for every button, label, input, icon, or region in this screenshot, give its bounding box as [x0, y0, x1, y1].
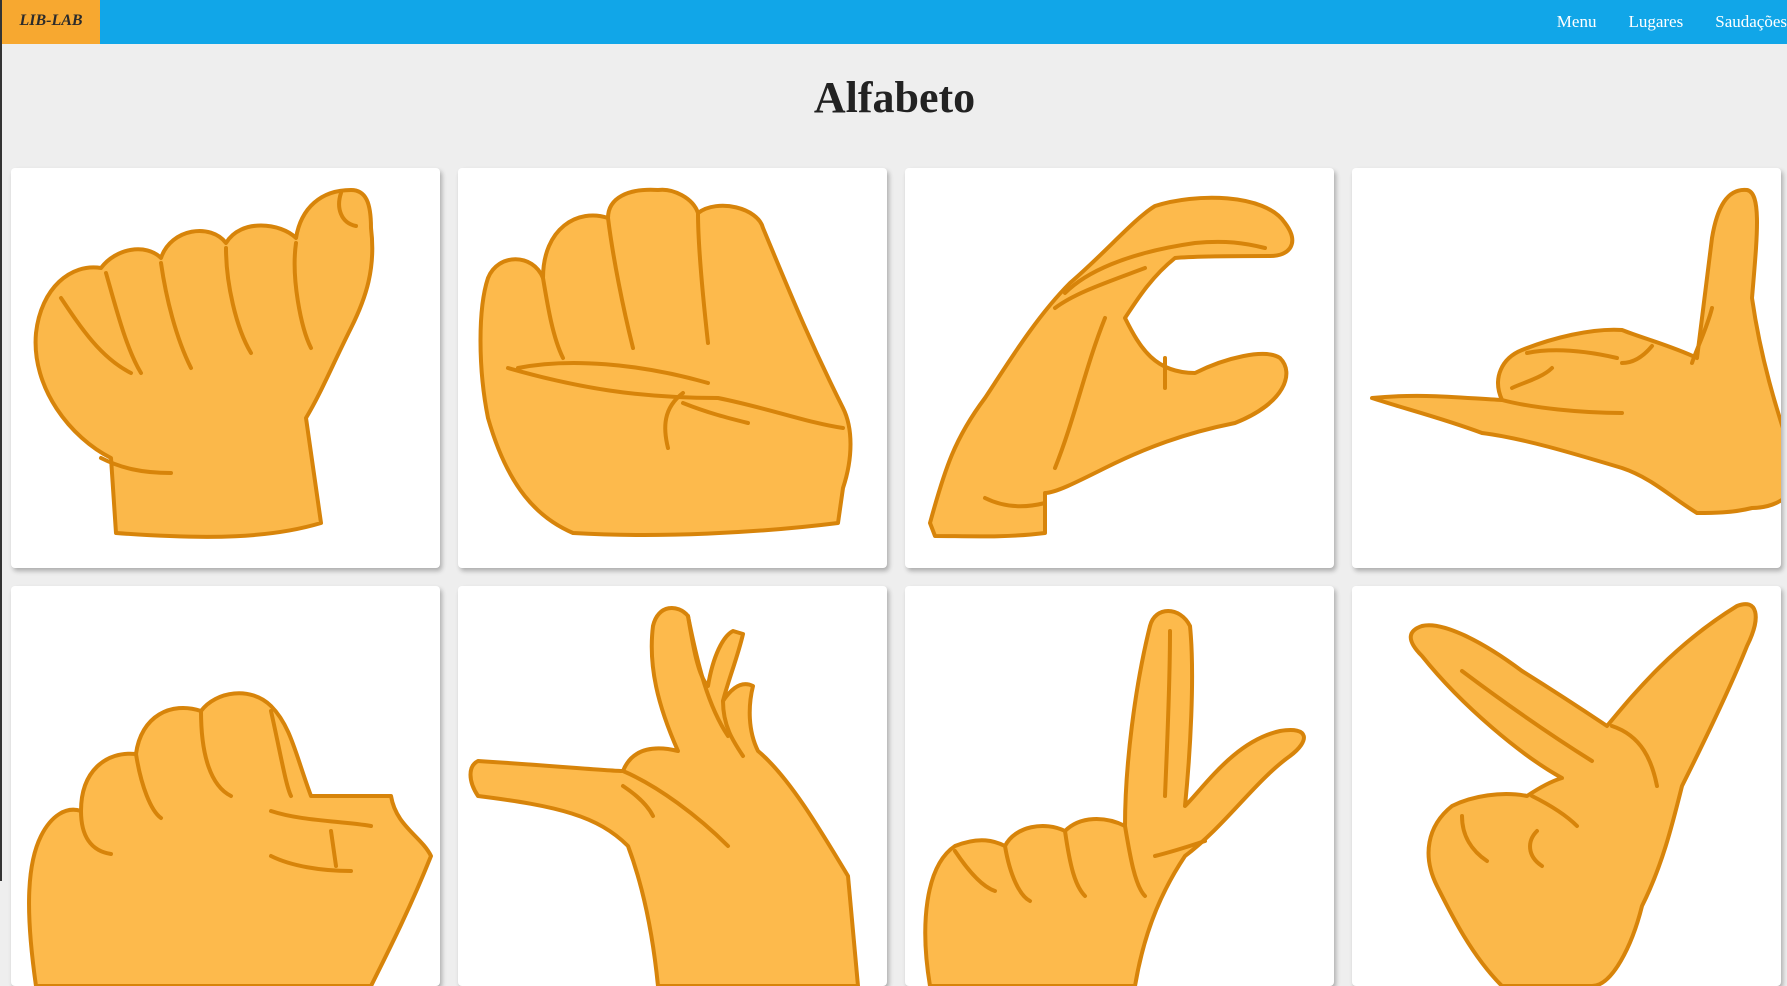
hand-sign-e-icon — [27, 691, 433, 986]
hand-sign-g-icon — [923, 609, 1306, 986]
hand-sign-b-icon — [478, 187, 853, 537]
alphabet-card-g[interactable] — [905, 586, 1334, 986]
alphabet-card-h[interactable] — [1352, 586, 1781, 986]
alphabet-card-f[interactable] — [458, 586, 887, 986]
alphabet-card-d[interactable] — [1352, 168, 1781, 568]
nav-link-saudacoes[interactable]: Saudações — [1715, 12, 1787, 32]
nav-links: Menu Lugares Saudações — [1557, 0, 1787, 44]
hand-sign-f-icon — [468, 606, 860, 986]
alphabet-card-a[interactable] — [11, 168, 440, 568]
alphabet-card-c[interactable] — [905, 168, 1334, 568]
page-title: Alfabeto — [813, 73, 976, 122]
alphabet-card-e[interactable] — [11, 586, 440, 986]
hand-sign-c-icon — [928, 195, 1295, 539]
top-navbar: LIB-LAB Menu Lugares Saudações — [2, 0, 1787, 44]
nav-link-menu[interactable]: Menu — [1557, 12, 1597, 32]
alphabet-card-b[interactable] — [458, 168, 887, 568]
brand-logo-link[interactable]: LIB-LAB — [2, 0, 100, 44]
hand-sign-d-icon — [1370, 187, 1781, 515]
hand-sign-h-icon — [1408, 602, 1758, 986]
hand-sign-a-icon — [33, 188, 375, 539]
nav-link-lugares[interactable]: Lugares — [1628, 12, 1683, 32]
alphabet-card-grid — [11, 168, 1787, 986]
